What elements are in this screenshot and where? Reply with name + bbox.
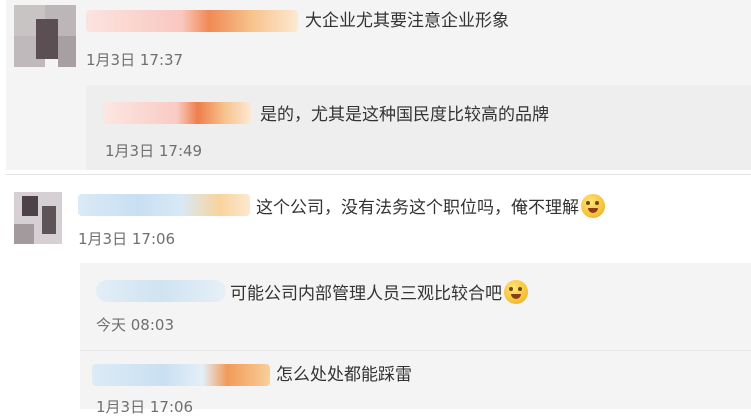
reply-text: 可能公司内部管理人员三观比较合吧 bbox=[230, 280, 528, 305]
username-blurred[interactable] bbox=[103, 102, 251, 124]
username-blurred[interactable] bbox=[78, 194, 250, 216]
reply-text: 是的，尤其是这种国民度比较高的品牌 bbox=[260, 105, 549, 125]
reply-timestamp: 1月3日 17:06 bbox=[96, 398, 194, 416]
divider bbox=[6, 174, 751, 175]
comment-text: 这个公司，没有法务这个职位吗，俺不理解 bbox=[256, 194, 605, 219]
reply-timestamp: 今天 08:03 bbox=[96, 316, 174, 334]
username-blurred[interactable] bbox=[86, 10, 298, 32]
comment-timestamp: 1月3日 17:37 bbox=[86, 51, 184, 69]
reply-timestamp: 1月3日 17:49 bbox=[105, 142, 203, 160]
reply-text-content: 可能公司内部管理人员三观比较合吧 bbox=[230, 284, 502, 304]
username-blurred[interactable] bbox=[96, 280, 226, 302]
crying-laughing-face-icon bbox=[504, 280, 528, 304]
comment-timestamp: 1月3日 17:06 bbox=[78, 230, 176, 248]
fearful-face-icon bbox=[581, 194, 605, 218]
avatar[interactable] bbox=[14, 5, 76, 67]
comment-text-content: 这个公司，没有法务这个职位吗，俺不理解 bbox=[256, 198, 579, 218]
comment-text: 大企业尤其要注意企业形象 bbox=[305, 11, 509, 31]
reply-text: 怎么处处都能踩雷 bbox=[276, 365, 412, 385]
avatar[interactable] bbox=[14, 192, 62, 244]
username-blurred[interactable] bbox=[92, 364, 270, 386]
divider bbox=[80, 350, 751, 351]
